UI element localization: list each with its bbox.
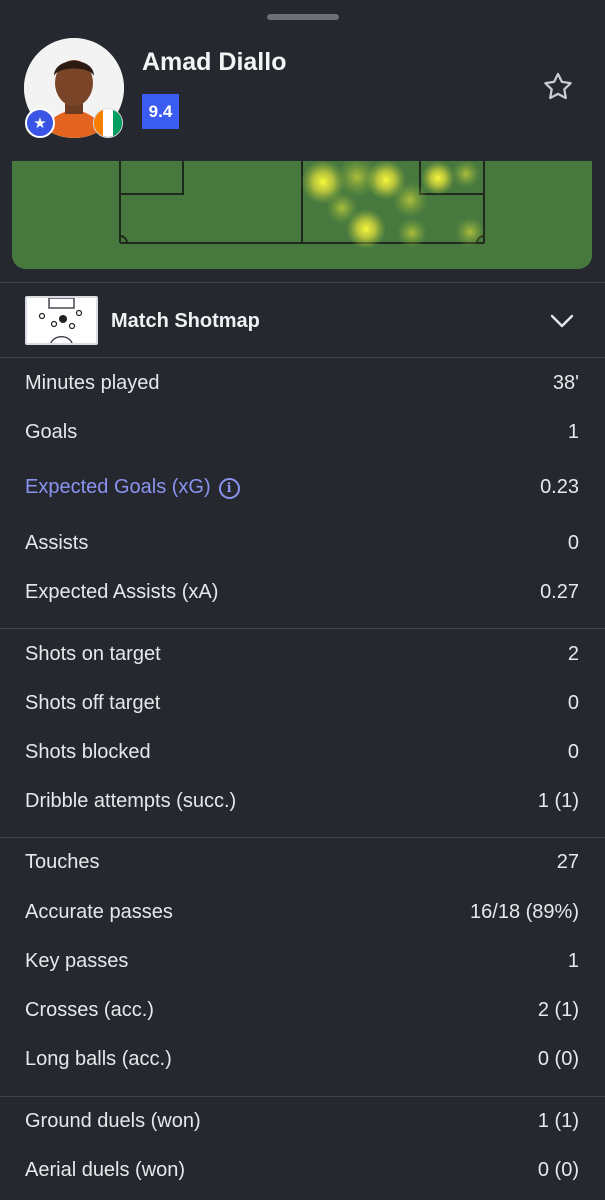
- match-shotmap-toggle[interactable]: Match Shotmap: [0, 283, 605, 357]
- stat-label: Dribble attempts (succ.): [25, 790, 237, 812]
- stat-value: 2 (1): [537, 999, 579, 1021]
- shotmap-icon: [25, 296, 98, 345]
- heatmap: [12, 150, 592, 269]
- stat-label: Key passes: [25, 950, 129, 972]
- stat-label: Accurate passes: [25, 901, 173, 923]
- stat-touches: Touches 27: [0, 843, 605, 883]
- stat-assists: Assists 0: [0, 524, 605, 564]
- stat-shots-on-target: Shots on target 2: [0, 635, 605, 675]
- stat-aerial-duels: Aerial duels (won) 0 (0): [0, 1151, 605, 1191]
- divider: [0, 628, 605, 629]
- stat-dribble-attempts: Dribble attempts (succ.) 1 (1): [0, 782, 605, 822]
- stat-value: 2: [567, 643, 579, 665]
- stat-label: Shots blocked: [25, 741, 151, 763]
- stat-shots-off-target: Shots off target 0: [0, 684, 605, 724]
- stat-value: 27: [556, 851, 579, 873]
- shotmap-label: Match Shotmap: [111, 310, 260, 332]
- stat-value: 16/18 (89%): [470, 901, 579, 923]
- stat-value: 0 (0): [537, 1048, 579, 1070]
- xg-label[interactable]: Expected Goals (xG): [25, 476, 211, 498]
- favorite-star-icon[interactable]: [541, 70, 575, 104]
- stat-value: 1: [567, 950, 579, 972]
- stat-shots-blocked: Shots blocked 0: [0, 733, 605, 773]
- stat-label-link[interactable]: Expected Goals (xG) i: [25, 476, 240, 499]
- stat-crosses: Crosses (acc.) 2 (1): [0, 991, 605, 1031]
- stat-value: 0: [567, 532, 579, 554]
- divider: [0, 837, 605, 838]
- divider: [0, 1096, 605, 1097]
- player-stats-sheet: ★ Amad Diallo 9.4 Match Shotmap Minutes …: [0, 0, 605, 1200]
- stat-ground-duels: Ground duels (won) 1 (1): [0, 1102, 605, 1142]
- ivory-coast-flag-icon: [93, 108, 123, 138]
- stat-goals: Goals 1: [0, 413, 605, 453]
- stat-label: Crosses (acc.): [25, 999, 154, 1021]
- stat-label: Minutes played: [25, 372, 160, 394]
- stat-expected-goals[interactable]: Expected Goals (xG) i 0.23: [0, 468, 605, 508]
- chevron-down-icon[interactable]: [548, 310, 576, 332]
- stat-value: 0.23: [540, 476, 579, 498]
- stat-value: 1 (1): [537, 1110, 579, 1132]
- divider: [0, 357, 605, 358]
- stat-label: Touches: [25, 851, 100, 873]
- stat-key-passes: Key passes 1: [0, 942, 605, 982]
- stat-minutes-played: Minutes played 38': [0, 364, 605, 404]
- stat-value: 0: [567, 692, 579, 714]
- stat-expected-assists: Expected Assists (xA) 0.27: [0, 573, 605, 613]
- star-icon: ★: [25, 108, 55, 138]
- stat-label: Shots off target: [25, 692, 161, 714]
- stat-label: Assists: [25, 532, 89, 554]
- rating-badge: 9.4: [142, 94, 179, 129]
- info-icon[interactable]: i: [218, 478, 240, 499]
- stat-value: 1: [567, 421, 579, 443]
- avatar: ★: [24, 38, 124, 138]
- stat-label: Aerial duels (won): [25, 1159, 186, 1181]
- stat-long-balls: Long balls (acc.) 0 (0): [0, 1040, 605, 1080]
- drag-handle[interactable]: [267, 14, 339, 20]
- stat-value: 0.27: [540, 581, 579, 603]
- stat-label: Expected Assists (xA): [25, 581, 219, 603]
- stat-label: Ground duels (won): [25, 1110, 201, 1132]
- stat-value: 38': [552, 372, 579, 394]
- stat-value: 0 (0): [537, 1159, 579, 1181]
- stat-label: Shots on target: [25, 643, 161, 665]
- player-header: ★ Amad Diallo 9.4: [0, 0, 605, 161]
- player-name: Amad Diallo: [142, 48, 287, 76]
- stat-value: 0: [567, 741, 579, 763]
- stat-label: Long balls (acc.): [25, 1048, 172, 1070]
- stat-label: Goals: [25, 421, 78, 443]
- stat-accurate-passes: Accurate passes 16/18 (89%): [0, 893, 605, 933]
- stat-value: 1 (1): [537, 790, 579, 812]
